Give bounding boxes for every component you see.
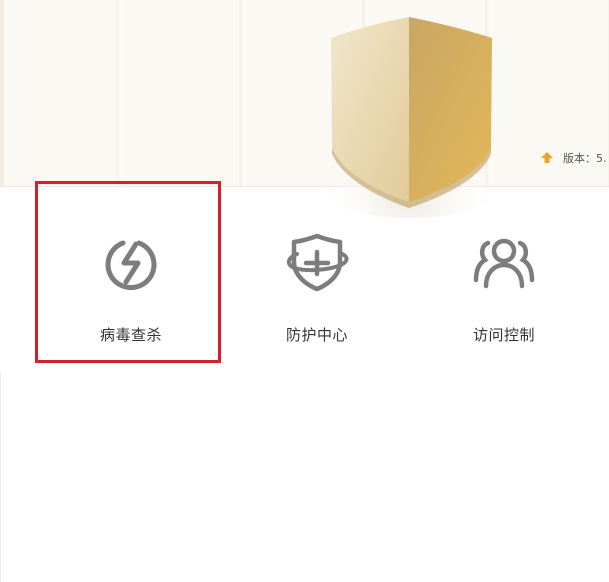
version-info: 版本：5. xyxy=(540,150,607,166)
access-control-button[interactable]: 访问控制 xyxy=(409,186,599,366)
users-icon xyxy=(472,230,536,294)
upgrade-arrow-icon[interactable] xyxy=(540,151,554,165)
divider xyxy=(0,372,1,582)
protection-center-label: 防护中心 xyxy=(285,326,348,344)
virus-scan-button[interactable]: 病毒查杀 xyxy=(36,186,226,366)
version-label: 版本：5. xyxy=(563,152,607,165)
access-control-label: 访问控制 xyxy=(472,326,535,344)
lightning-circle-icon xyxy=(99,230,163,294)
banner-edge xyxy=(0,0,4,186)
protection-center-button[interactable]: 防护中心 xyxy=(222,186,412,366)
shield-plus-icon xyxy=(285,230,349,294)
virus-scan-label: 病毒查杀 xyxy=(99,326,162,344)
feature-panel: 病毒查杀 防护中心 访问控制 xyxy=(0,186,609,582)
